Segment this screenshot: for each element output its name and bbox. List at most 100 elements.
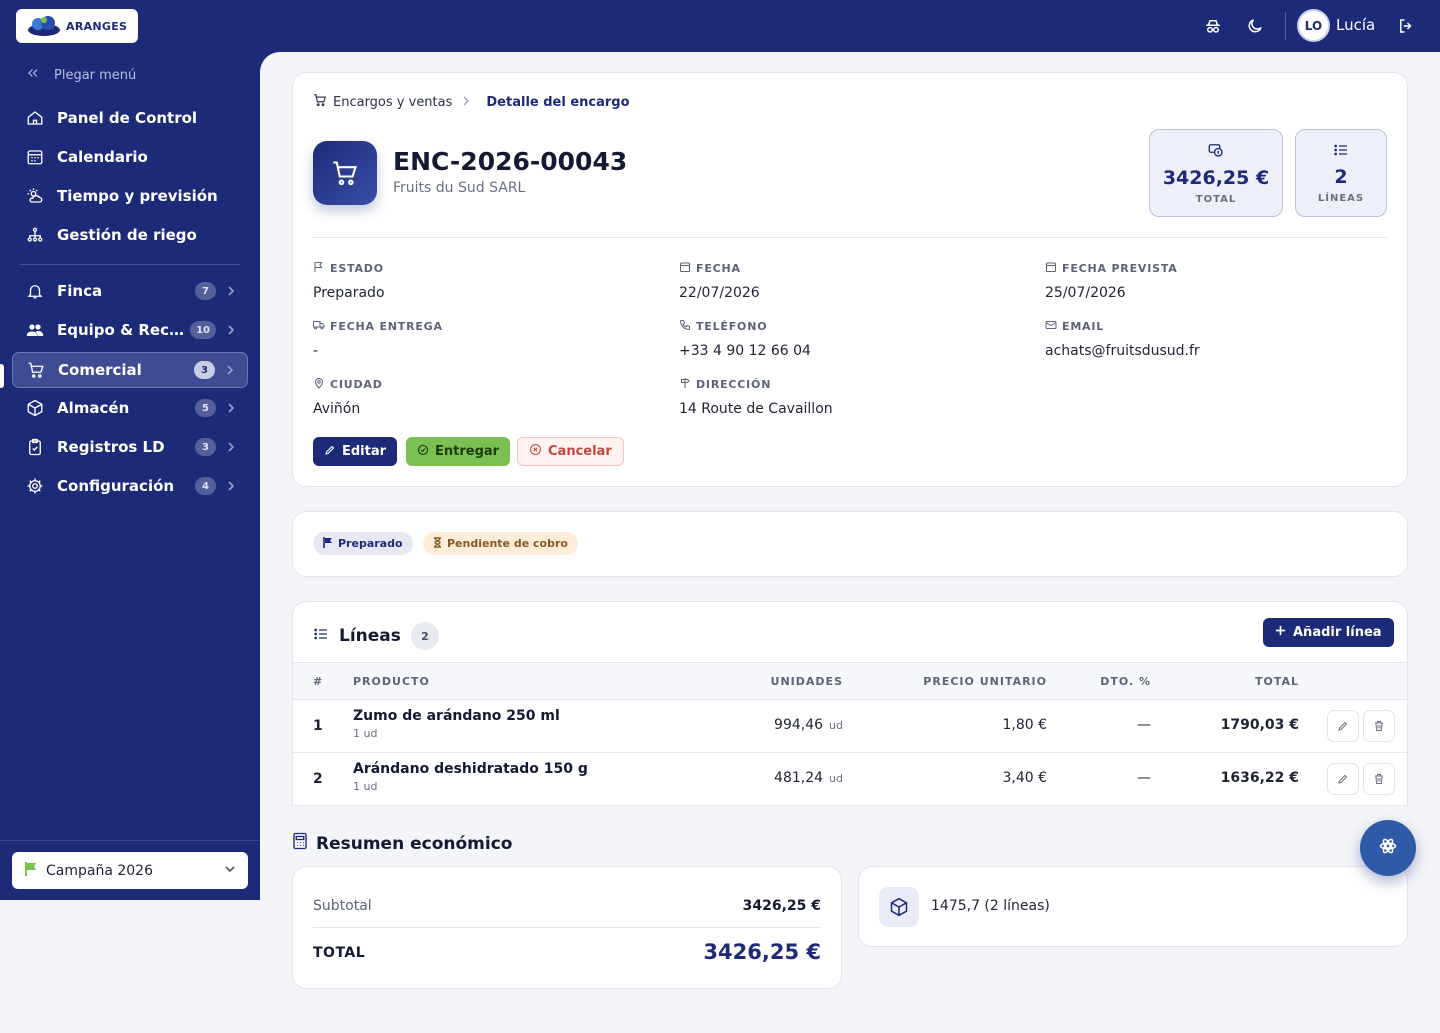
status-badge-pending: Pendiente de cobro [423, 532, 578, 555]
avatar[interactable]: LO [1297, 9, 1330, 42]
chevron-right-icon [226, 402, 236, 414]
sidebar-item-panel[interactable]: Panel de Control [12, 100, 248, 136]
total-value: 3426,25 € [703, 940, 821, 964]
pencil-icon [324, 444, 336, 460]
product-name: Arándano deshidratado 150 g [353, 761, 588, 777]
field-fecha-prevista: FECHA PREVISTA 25/07/2026 [1045, 261, 1385, 301]
summary-divider [313, 927, 821, 928]
assistant-fab-button[interactable] [1360, 820, 1416, 876]
calendar-icon [1045, 261, 1057, 276]
sidebar-badge: 10 [190, 321, 216, 339]
active-item-marker [0, 364, 4, 388]
stat-total: 3426,25 € TOTAL [1149, 129, 1283, 217]
sidebar-item-equipo[interactable]: Equipo & Recursos 10 [12, 312, 248, 348]
field-value: 25/07/2026 [1045, 285, 1126, 301]
collapse-menu-button[interactable]: Plegar menú [26, 66, 136, 84]
breadcrumb-parent-link[interactable]: Encargos y ventas [333, 95, 452, 110]
field-label: CIUDAD [330, 378, 383, 391]
mail-icon [1045, 319, 1057, 334]
subtotal-value: 3426,25 € [742, 898, 821, 914]
field-fecha: FECHA 22/07/2026 [679, 261, 1019, 301]
sidebar-badge: 5 [195, 399, 216, 417]
sidebar-item-label: Registros LD [57, 438, 165, 456]
sidebar: Plegar menú Panel de Control Calendario … [0, 52, 260, 900]
sidebar-item-tiempo[interactable]: Tiempo y previsión [12, 178, 248, 214]
chevron-right-icon [226, 480, 236, 492]
field-value: - [313, 343, 319, 359]
incognito-icon[interactable] [1201, 14, 1225, 38]
breadcrumb: Encargos y ventas Detalle del encargo [313, 93, 630, 111]
sidebar-item-configuracion[interactable]: Configuración 4 [12, 468, 248, 504]
field-label: TELÉFONO [696, 320, 768, 333]
signpost-icon [679, 377, 691, 392]
deliver-button[interactable]: Entregar [406, 437, 511, 466]
sidebar-item-finca[interactable]: Finca 7 [12, 273, 248, 309]
column-header-discount[interactable]: DTO. % [1100, 675, 1151, 688]
delete-line-button[interactable] [1363, 763, 1395, 795]
cancel-button[interactable]: Cancelar [517, 437, 624, 466]
stat-total-value: 3426,25 € [1162, 167, 1270, 189]
user-name[interactable]: Lucía [1336, 16, 1375, 34]
close-circle-icon [529, 443, 542, 460]
edit-button[interactable]: Editar [313, 437, 398, 466]
sidebar-badge: 4 [195, 477, 216, 495]
order-client: Fruits du Sud SARL [393, 180, 526, 196]
units-cell: 481,24 ud [774, 770, 843, 786]
summary-header: Resumen económico [292, 832, 512, 855]
column-header-unit-price[interactable]: PRECIO UNITARIO [923, 675, 1047, 688]
total-cell: 1790,03 € [1220, 717, 1299, 733]
breadcrumb-current: Detalle del encargo [486, 94, 630, 110]
field-value: 14 Route de Cavaillon [679, 401, 833, 417]
status-card: Preparado Pendiente de cobro [292, 511, 1408, 577]
field-label: ESTADO [330, 262, 384, 275]
sidebar-item-label: Tiempo y previsión [57, 187, 218, 205]
field-label: EMAIL [1062, 320, 1105, 333]
campaign-select[interactable]: Campaña 2026 [12, 852, 248, 889]
table-row: 2 Arándano deshidratado 150 g 1 ud 481,2… [293, 753, 1407, 806]
units-suffix: ud [829, 772, 843, 785]
status-badge-label: Preparado [338, 537, 403, 550]
weather-icon [24, 185, 46, 207]
top-divider [1285, 12, 1286, 40]
dark-mode-icon[interactable] [1243, 14, 1267, 38]
discount-cell: — [1137, 770, 1151, 786]
sidebar-item-almacen[interactable]: Almacén 5 [12, 390, 248, 426]
sidebar-badge: 3 [195, 438, 216, 456]
product-cell: Arándano deshidratado 150 g 1 ud [353, 761, 588, 793]
flag-icon [24, 861, 38, 881]
box-icon [879, 887, 919, 927]
edit-button-label: Editar [342, 444, 387, 459]
lines-card: Líneas 2 Añadir línea # PRODUCTO UNIDADE… [292, 601, 1408, 806]
status-badge-prepared: Preparado [313, 532, 413, 555]
add-line-button[interactable]: Añadir línea [1263, 618, 1394, 647]
sidebar-item-label: Panel de Control [57, 109, 198, 127]
discount-cell: — [1137, 717, 1151, 733]
sidebar-item-registros[interactable]: Registros LD 3 [12, 429, 248, 465]
app-logo[interactable]: ARANGES [16, 9, 138, 43]
delete-line-button[interactable] [1363, 710, 1395, 742]
logout-icon[interactable] [1394, 14, 1418, 38]
plus-icon [1275, 625, 1286, 640]
edit-line-button[interactable] [1327, 710, 1359, 742]
column-header-total[interactable]: TOTAL [1255, 675, 1299, 688]
column-header-units[interactable]: UNIDADES [771, 675, 843, 688]
top-bar: ARANGES LO Lucía [0, 0, 1440, 52]
cart-icon [25, 359, 47, 381]
pencil-icon [1337, 770, 1349, 789]
sidebar-item-riego[interactable]: Gestión de riego [12, 217, 248, 253]
sparkle-icon [1378, 836, 1398, 860]
sidebar-item-comercial[interactable]: Comercial 3 [12, 352, 248, 388]
column-header-product[interactable]: PRODUCTO [353, 675, 430, 688]
stat-lines-value: 2 [1334, 166, 1348, 188]
page-title: ENC-2026-00043 [393, 147, 628, 176]
edit-line-button[interactable] [1327, 763, 1359, 795]
field-estado: ESTADO Preparado [313, 261, 653, 301]
total-cell: 1636,22 € [1220, 770, 1299, 786]
sidebar-item-label: Calendario [57, 148, 148, 166]
sidebar-item-label: Almacén [57, 399, 130, 417]
order-detail-card: Encargos y ventas Detalle del encargo EN… [292, 72, 1408, 487]
sidebar-item-calendario[interactable]: Calendario [12, 139, 248, 175]
field-fecha-entrega: FECHA ENTREGA - [313, 319, 653, 359]
units-value: 481,24 [774, 770, 824, 786]
lines-count-badge: 2 [410, 622, 439, 650]
